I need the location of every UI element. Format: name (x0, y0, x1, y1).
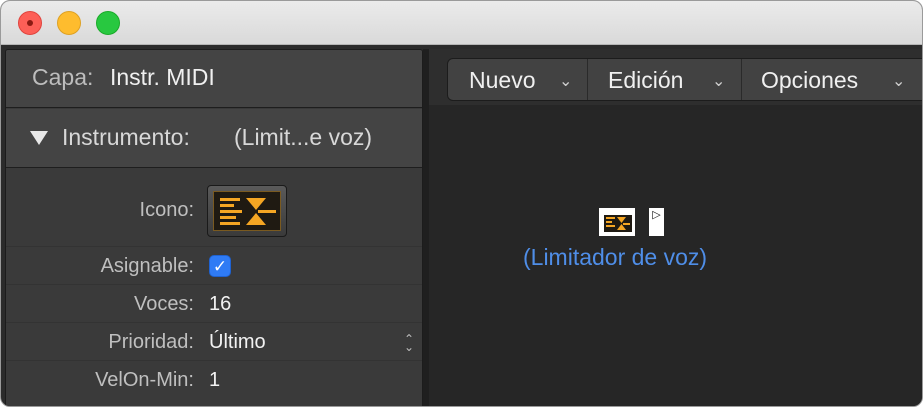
new-menu-button[interactable]: Nuevo ⌄ (448, 59, 588, 100)
options-menu-label: Opciones (761, 67, 859, 93)
voice-limiter-object-glyph (604, 215, 632, 232)
chevron-down-icon: ⌄ (892, 73, 906, 90)
voice-limiter-object-icon[interactable] (599, 208, 635, 236)
voices-value[interactable]: 16 (209, 293, 231, 316)
voice-limiter-mini-icon (606, 217, 630, 230)
icon-label: Icono: (139, 199, 194, 221)
priority-stepper-icon[interactable]: ⌃ ⌄ (402, 333, 416, 353)
options-menu-button[interactable]: Opciones ⌄ (742, 59, 922, 100)
close-icon[interactable] (18, 11, 42, 35)
zoom-icon[interactable] (96, 11, 120, 35)
object-label[interactable]: (Limitador de voz) (523, 244, 707, 271)
output-port-icon[interactable]: ▷ (649, 208, 664, 236)
disclosure-triangle-icon[interactable] (30, 131, 48, 145)
param-row-assignable: Asignable: ✓ (6, 247, 422, 285)
voice-limiter-icon (213, 191, 281, 231)
layer-row[interactable]: Capa: Instr. MIDI (6, 50, 422, 108)
param-row-voices: Voces: 16 (6, 285, 422, 323)
param-row-icon: Icono: (6, 169, 422, 247)
velon-label: VelOn-Min: (95, 369, 194, 391)
param-row-velon: VelOn-Min: 1 (6, 361, 422, 399)
voices-label: Voces: (133, 293, 194, 315)
instrument-section-header[interactable]: Instrumento: (Limit...e voz) (6, 109, 422, 168)
title-bar (1, 1, 922, 45)
param-row-priority: Prioridad: Último ⌃ ⌄ (6, 323, 422, 361)
layer-value: Instr. MIDI (110, 64, 215, 90)
layer-label: Capa: (32, 64, 94, 90)
minimize-icon[interactable] (57, 11, 81, 35)
section-value: (Limit...e voz) (234, 124, 373, 150)
new-menu-label: Nuevo (469, 67, 536, 93)
voice-limiter-glyph (220, 198, 276, 225)
assignable-label: Asignable: (100, 255, 194, 277)
window: Capa: Instr. MIDI Instrumento: (Limit...… (0, 0, 923, 407)
assignable-checkbox[interactable]: ✓ (209, 255, 231, 277)
chevron-down-icon: ⌄ (712, 73, 726, 90)
instrument-icon-button[interactable] (207, 185, 287, 237)
priority-label: Prioridad: (108, 331, 194, 353)
inspector-panel: Capa: Instr. MIDI Instrumento: (Limit...… (5, 49, 423, 406)
edit-menu-label: Edición (608, 67, 684, 93)
chevron-down-icon: ⌄ (559, 73, 573, 90)
priority-value[interactable]: Último (209, 331, 266, 354)
close-dot (27, 20, 33, 26)
instrument-params: Icono: Asignable: ✓ Voces: 16 Prioridad:… (6, 169, 422, 406)
velon-value[interactable]: 1 (209, 369, 220, 392)
edit-menu-button[interactable]: Edición ⌄ (588, 59, 742, 100)
section-title: Instrumento: (62, 124, 190, 150)
environment-toolbar: Nuevo ⌄ Edición ⌄ Opciones ⌄ (447, 58, 922, 101)
